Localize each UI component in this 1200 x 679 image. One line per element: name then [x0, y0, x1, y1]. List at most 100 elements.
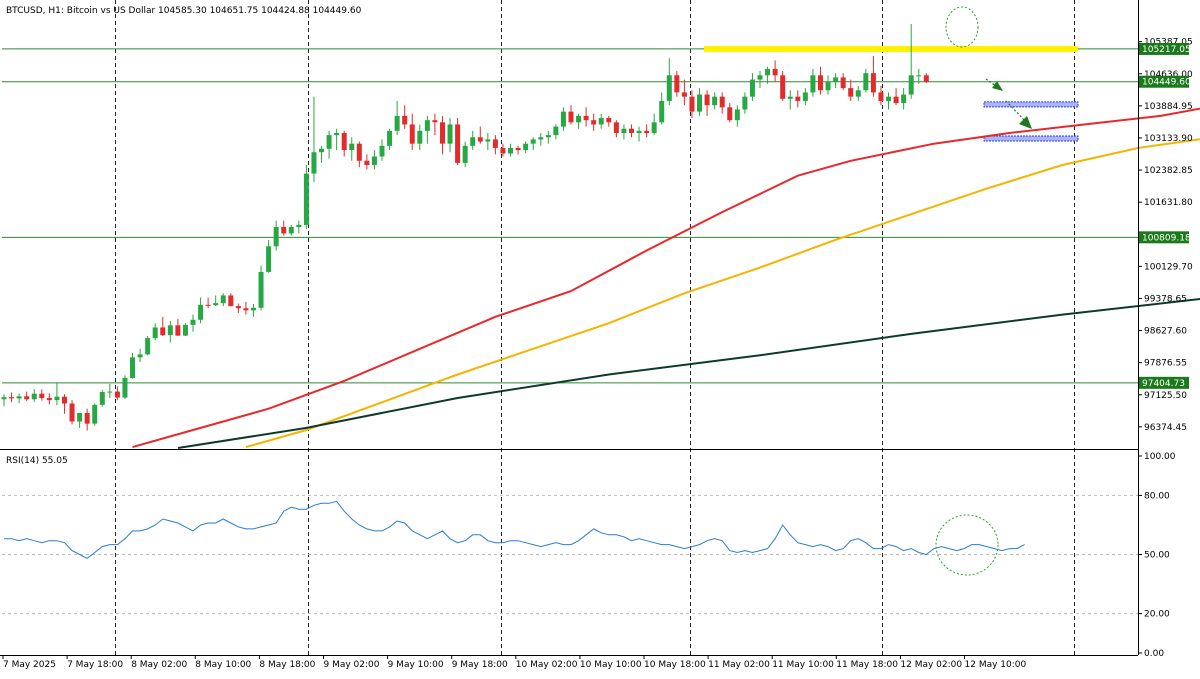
candle [145, 336, 150, 355]
candle-body [500, 148, 505, 154]
time-tick-label: 11 May 18:00 [836, 660, 898, 670]
candle-body [236, 306, 241, 308]
candle-body [206, 305, 211, 306]
rsi-tick-label: 50.00 [1144, 551, 1170, 561]
price-tick-label: 99378.65 [1144, 294, 1187, 304]
candle [122, 375, 127, 399]
candle-body [39, 394, 44, 398]
candle-body [546, 135, 551, 137]
candle-body [516, 148, 521, 150]
time-tick-label: 12 May 02:00 [900, 660, 962, 670]
candle-body [62, 397, 67, 404]
candle-body [410, 124, 415, 143]
candle-body [667, 75, 672, 101]
candle-body [924, 75, 929, 81]
candle-body [455, 124, 460, 162]
price-tick-label: 103133.90 [1144, 134, 1193, 144]
candle-body [266, 246, 271, 272]
candle-body [304, 174, 309, 225]
candle-body [765, 69, 770, 75]
candle-body [191, 320, 196, 325]
candle-body [470, 137, 475, 146]
candle-body [17, 396, 22, 398]
candle-body [856, 90, 861, 96]
candle-body [705, 95, 710, 106]
candle-body [712, 97, 717, 106]
candle-body [221, 295, 226, 303]
candle-body [599, 118, 604, 124]
time-tick-label: 8 May 10:00 [195, 660, 251, 670]
candle-body [54, 397, 59, 400]
candle-body [485, 139, 490, 141]
candle-body [795, 97, 800, 101]
candle-body [259, 272, 264, 308]
candle-body [417, 131, 422, 144]
time-tick-label: 9 May 02:00 [324, 660, 380, 670]
candle-body [432, 120, 437, 122]
candle-body [9, 397, 14, 398]
candle-body [357, 144, 362, 161]
time-tick-label: 8 May 02:00 [131, 660, 187, 670]
price-level-tag-text: 104449.60 [1142, 78, 1191, 88]
candle-body [24, 396, 29, 399]
price-tick-label: 97876.55 [1144, 359, 1187, 369]
candle-body [886, 97, 891, 101]
rsi-label: RSI(14) 55.05 [6, 456, 68, 466]
candle-body [77, 413, 82, 422]
candle-body [364, 161, 369, 165]
candle-body [584, 116, 589, 120]
time-tick-label: 11 May 02:00 [708, 660, 770, 670]
candle [100, 390, 105, 407]
candle-body [425, 120, 430, 131]
candle-body [659, 101, 664, 122]
time-tick-label: 8 May 18:00 [259, 660, 315, 670]
candle-body [750, 80, 755, 97]
candle-body [274, 227, 279, 246]
candle-body [327, 135, 332, 149]
candle [455, 118, 460, 165]
candle-body [85, 413, 90, 424]
candle-body [175, 325, 180, 335]
candle-body [478, 137, 483, 141]
candle-body [742, 97, 747, 110]
candle-body [833, 77, 838, 81]
candle-body [916, 75, 921, 76]
candle-body [841, 77, 846, 88]
time-tick-label: 9 May 10:00 [388, 660, 444, 670]
candle-body [788, 97, 793, 99]
candle-body [606, 118, 611, 122]
rsi-tick-label: 20.00 [1144, 610, 1170, 620]
price-tick-label: 98627.60 [1144, 327, 1187, 337]
candle-body [909, 75, 914, 94]
candle-body [652, 122, 657, 133]
candle-body [727, 107, 732, 120]
candle [183, 323, 188, 336]
price-tick-label: 100129.70 [1144, 262, 1193, 272]
candle-body [228, 295, 233, 306]
candle-body [894, 97, 899, 103]
candle-body [243, 308, 248, 310]
candle-body [342, 133, 347, 150]
time-tick-label: 10 May 10:00 [580, 660, 642, 670]
time-tick-label: 12 May 10:00 [965, 660, 1027, 670]
time-tick-label: 7 May 2025 [3, 660, 56, 670]
candle-body [319, 149, 324, 152]
candle-body [758, 75, 763, 79]
candle-body [334, 133, 339, 135]
time-tick-label: 11 May 10:00 [772, 660, 834, 670]
candle-body [153, 327, 158, 338]
price-tick-label: 102382.85 [1144, 166, 1193, 176]
candle-body [289, 227, 294, 233]
candle-body [198, 305, 203, 320]
candle-body [395, 116, 400, 131]
candle-body [871, 73, 876, 92]
candle-body [629, 129, 634, 133]
candle-body [70, 404, 75, 422]
candle-body [644, 131, 649, 133]
candle-body [130, 357, 135, 378]
time-tick-label: 10 May 18:00 [644, 660, 706, 670]
candle [92, 404, 97, 426]
candle-body [372, 157, 377, 166]
candle-body [32, 394, 37, 400]
candle-body [553, 127, 558, 136]
